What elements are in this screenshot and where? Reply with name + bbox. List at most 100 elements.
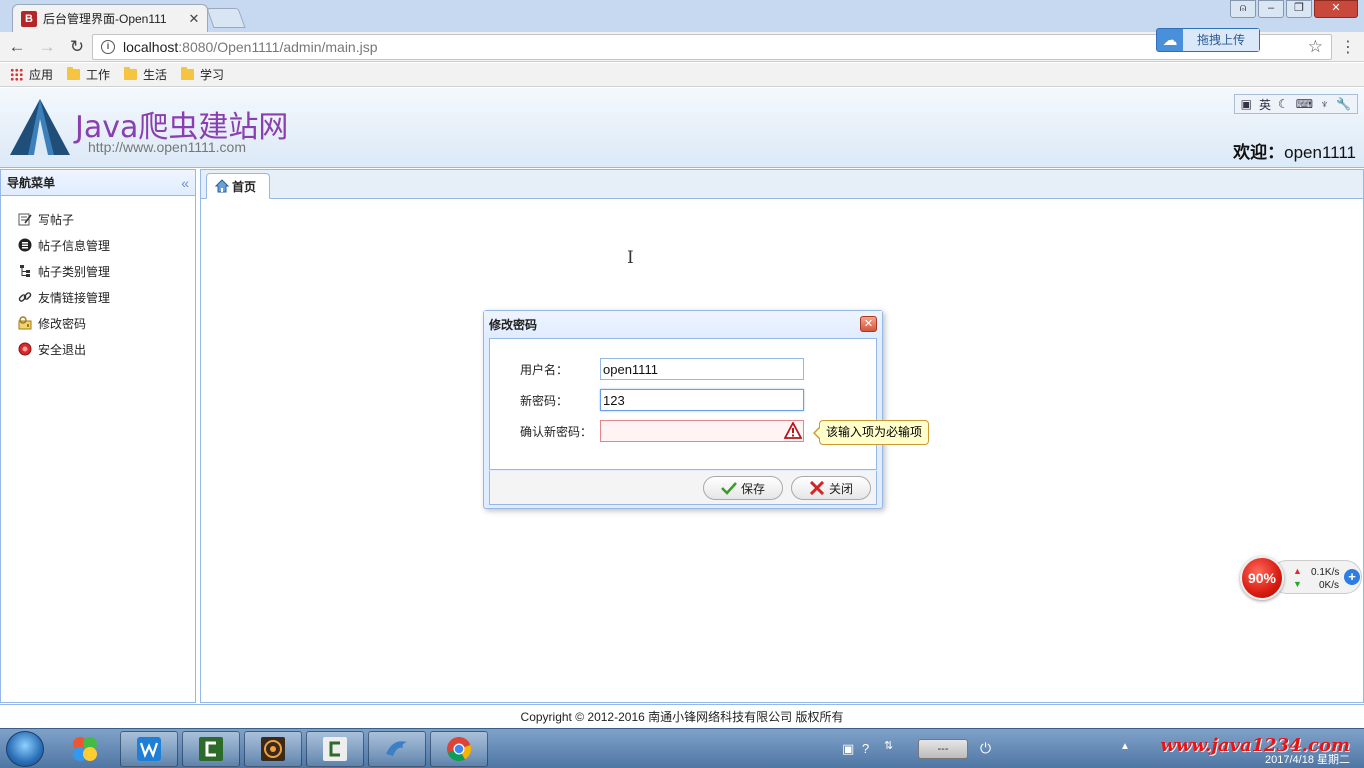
window-controls: ⍝ – ❐ ✕ <box>1230 0 1358 18</box>
download-speed: 0K/s <box>1319 580 1340 591</box>
main-tabs-bar: 首页 <box>201 170 1363 199</box>
welcome-prefix: 欢迎： <box>1233 143 1285 162</box>
taskbar-app-chrome[interactable] <box>430 731 488 767</box>
restore-button[interactable]: ❐ <box>1286 0 1312 18</box>
drag-upload-widget[interactable]: ☁ 拖拽上传 <box>1156 28 1260 52</box>
folder-icon <box>124 67 138 80</box>
ime-language[interactable]: 英 <box>1259 96 1271 113</box>
wrench-icon[interactable]: 🔧 <box>1336 97 1351 111</box>
save-button[interactable]: 保存 <box>703 476 783 500</box>
network-speed-widget[interactable]: ▲ 0.1K/s ▼ 0K/s 90% + <box>1240 556 1364 600</box>
nav-item-write-post[interactable]: 写帖子 <box>1 206 195 232</box>
nav-item-label: 修改密码 <box>38 316 87 331</box>
bookmark-folder-study[interactable]: 学习 <box>181 66 224 83</box>
minimize-button[interactable]: – <box>1258 0 1284 18</box>
app-header: Java爬虫建站网 http://www.open1111.com ▣ 英 ☾ … <box>0 88 1364 168</box>
nav-item-category-management[interactable]: 帖子类别管理 <box>1 258 195 284</box>
page-footer: Copyright © 2012-2016 南通小锋网络科技有限公司 版权所有 <box>0 704 1364 728</box>
new-tab-button[interactable] <box>206 8 246 28</box>
power-plug-icon[interactable]: ⏻ <box>980 740 991 757</box>
nav-item-link-management[interactable]: 友情链接管理 <box>1 284 195 310</box>
taskbar-app-java-ide[interactable] <box>244 731 302 767</box>
nav-item-change-password[interactable]: 修改密码 <box>1 310 195 336</box>
confirm-password-input[interactable] <box>600 420 804 442</box>
cancel-x-icon <box>809 481 825 495</box>
bookmark-folder-life[interactable]: 生活 <box>124 66 167 83</box>
input-indicator[interactable]: --- <box>918 739 968 759</box>
window-close-button[interactable]: ✕ <box>1314 0 1358 18</box>
username-input[interactable] <box>600 358 804 380</box>
system-tray: ▣ ? ⇅ --- ⏻ ▲ www.java1234.com 2017/4/18… <box>838 731 1364 767</box>
folder-icon <box>181 67 195 80</box>
tab-home[interactable]: 首页 <box>206 173 270 199</box>
bookmarks-bar: 应用 工作 生活 学习 <box>0 63 1364 87</box>
forward-arrow-icon[interactable]: → <box>34 37 60 57</box>
browser-tab-title: 后台管理界面-Open111 <box>43 12 167 26</box>
tab-home-label: 首页 <box>232 179 257 194</box>
browser-menu-icon[interactable]: ⋮ <box>1340 37 1356 57</box>
help-icon[interactable]: ? <box>862 741 869 756</box>
chrome-icon <box>447 737 472 761</box>
back-arrow-icon[interactable]: ← <box>4 37 30 57</box>
java-ide-icon <box>261 737 285 761</box>
punctuation-icon[interactable]: ♆ <box>1320 97 1329 111</box>
change-password-dialog: 修改密码 ✕ 用户名： 新密码： 确认新密码： 该输入项为必输项 <box>483 310 930 509</box>
cloud-icon: ☁ <box>1162 32 1178 49</box>
collapse-left-icon[interactable]: « <box>181 175 189 191</box>
confirm-password-label: 确认新密码： <box>520 424 593 439</box>
validation-tooltip: 该输入项为必输项 <box>812 420 930 445</box>
browser-tab-active[interactable]: B 后台管理界面-Open111 ✕ <box>12 4 208 32</box>
nav-item-logout[interactable]: 安全退出 <box>1 336 195 362</box>
confirm-password-wrap <box>600 420 804 442</box>
plus-icon[interactable]: + <box>1344 569 1360 585</box>
bookmark-label: 工作 <box>86 68 111 82</box>
save-label: 保存 <box>740 481 765 496</box>
upload-speed: 0.1K/s <box>1311 567 1340 578</box>
form-row-new-password: 新密码： <box>490 389 804 411</box>
show-hidden-icons[interactable]: ▲ <box>1120 741 1130 752</box>
close-button[interactable]: 关闭 <box>791 476 871 500</box>
address-bar[interactable]: i localhost:8080/Open1111/admin/main.jsp… <box>92 34 1332 60</box>
taskbar-app-wps[interactable] <box>120 731 178 767</box>
nav-item-post-management[interactable]: 帖子信息管理 <box>1 232 195 258</box>
bookmark-label: 学习 <box>200 68 225 82</box>
dialog-header: 修改密码 ✕ <box>484 311 882 337</box>
favicon-icon: B <box>21 10 37 27</box>
dialog-body: 用户名： 新密码： 确认新密码： <box>489 338 877 470</box>
taskbar-app-camtasia[interactable] <box>182 731 240 767</box>
memory-percent-ball[interactable]: 90% <box>1240 556 1284 600</box>
tray-app-icon[interactable]: ▣ <box>842 741 854 757</box>
camtasia-icon <box>199 737 223 761</box>
nav-header: 导航菜单 « <box>1 170 195 196</box>
dialog-close-icon[interactable]: ✕ <box>860 316 877 332</box>
reload-icon[interactable]: ↻ <box>64 37 90 57</box>
welcome-text: 欢迎：open1111 <box>1233 138 1356 163</box>
new-password-label: 新密码： <box>520 393 569 408</box>
upload-label: 拖拽上传 <box>1183 29 1259 51</box>
taskbar-app-colorful[interactable] <box>56 731 114 767</box>
taskbar-app-dolphin[interactable] <box>368 731 426 767</box>
user-icon[interactable]: ⍝ <box>1230 0 1256 18</box>
text-cursor-icon: I <box>627 248 634 268</box>
taskbar-app-camtasia-2[interactable] <box>306 731 364 767</box>
list-icon <box>17 237 33 253</box>
tab-close-icon[interactable]: ✕ <box>187 11 201 27</box>
check-icon <box>721 482 737 495</box>
key-icon <box>17 315 33 331</box>
info-icon[interactable]: i <box>101 40 115 54</box>
start-button[interactable] <box>6 731 44 767</box>
ime-logo-icon[interactable]: ▣ <box>1241 97 1252 111</box>
warning-icon <box>784 422 802 439</box>
new-password-input[interactable] <box>600 389 804 411</box>
keyboard-icon[interactable]: ⌨ <box>1296 97 1313 111</box>
moon-icon[interactable]: ☾ <box>1278 97 1289 111</box>
tray-clock-date[interactable]: 2017/4/18 星期二 <box>1265 751 1350 767</box>
username-label: 用户名： <box>520 362 569 377</box>
bookmark-apps[interactable]: 应用 <box>10 66 53 83</box>
dialog-button-bar: 保存 关闭 <box>489 471 877 505</box>
bookmark-folder-work[interactable]: 工作 <box>67 66 110 83</box>
logo-url: http://www.open1111.com <box>88 139 246 155</box>
tray-arrows-icon[interactable]: ⇅ <box>884 739 893 752</box>
bookmark-label: 应用 <box>29 68 54 82</box>
bookmark-star-icon[interactable]: ☆ <box>1308 37 1323 57</box>
